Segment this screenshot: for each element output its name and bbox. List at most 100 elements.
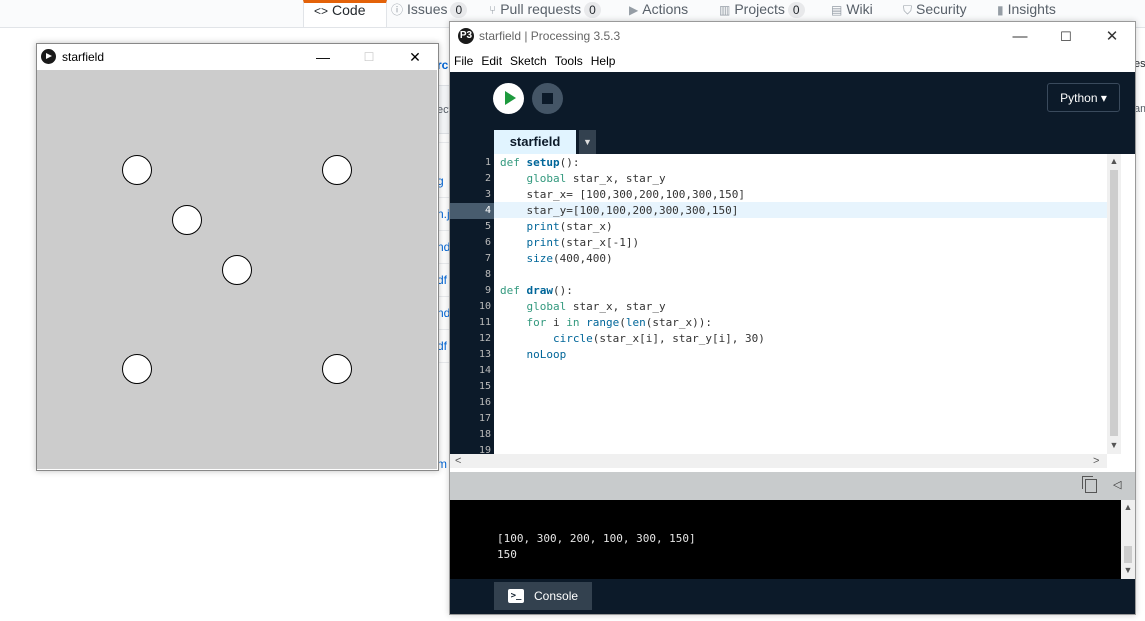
line-number: 2 [484,173,491,184]
tab-menu-arrow-icon[interactable]: ▼ [579,130,596,154]
sketch-titlebar[interactable]: starfield — ☐ ✕ [37,44,438,70]
code-token: range [586,316,620,329]
ide-titlebar[interactable]: P3 starfield | Processing 3.5.3 — ☐ ✕ [450,22,1135,51]
console-scrollbar[interactable]: ▲ ▼ [1121,500,1135,579]
menu-sketch[interactable]: Sketch [506,51,551,71]
pull-request-icon: ⑂ [489,3,497,17]
menu-tools[interactable]: Tools [551,51,587,71]
scroll-down-arrow-icon[interactable]: ▼ [1123,565,1133,575]
code-token: (star_x[i], star_y[i], 30) [592,332,765,345]
stop-button[interactable] [532,83,563,114]
mode-selector[interactable]: Python ▾ [1047,83,1120,112]
code-line: size(400,400) [500,251,613,267]
scroll-right-arrow-icon[interactable]: > [1093,454,1099,468]
line-number: 11 [478,317,491,328]
line-number: 13 [478,349,491,360]
minimize-button[interactable]: — [997,22,1043,51]
copy-icon[interactable] [1082,476,1097,493]
console-output[interactable]: [100, 300, 200, 100, 300, 150] 150 [450,500,1121,579]
console-tab-label: Console [534,589,579,603]
tab-issues-label: Issues [407,1,448,17]
ide-footer: >_ Console [450,579,1135,614]
tab-projects-label: Projects [734,1,785,17]
code-line: star_x= [100,300,200,100,300,150] [500,187,745,203]
line-number: 3 [484,189,491,200]
scroll-thumb[interactable] [1110,170,1118,436]
scroll-left-arrow-icon[interactable]: < [455,454,461,468]
tab-code[interactable]: <> Code [303,0,387,27]
line-number: 10 [478,301,491,312]
star-circle [122,155,152,185]
wiki-icon: ▤ [831,3,843,17]
github-header-strip [0,0,303,28]
editor-vertical-scrollbar[interactable]: ▲ ▼ [1107,154,1121,454]
code-token: ( [619,316,626,329]
tab-actions-label: Actions [642,1,689,17]
line-number: 4 [450,203,494,219]
menu-help[interactable]: Help [587,51,620,71]
console-tab[interactable]: >_ Console [494,582,592,610]
code-token: setup [526,156,560,169]
project-icon: ▥ [719,3,731,17]
tab-security-label: Security [916,1,967,17]
maximize-button[interactable]: ☐ [1043,22,1089,51]
editor-horizontal-scrollbar[interactable]: < > [450,454,1107,468]
code-token: noLoop [526,348,567,361]
code-token: def [500,156,527,169]
code-line: circle(star_x[i], star_y[i], 30) [500,331,765,347]
code-line: global star_x, star_y [500,299,666,315]
code-token: (): [559,156,580,169]
line-number-gutter: 1 2 3 4 5 6 7 8 9 10 11 12 13 14 15 16 17 18 19 [450,154,494,456]
tab-starfield[interactable]: starfield [494,130,576,154]
run-button[interactable] [493,83,524,114]
menu-edit[interactable]: Edit [477,51,506,71]
actions-play-icon: ▶ [629,3,639,17]
sketch-output-window[interactable]: starfield — ☐ ✕ [36,43,439,471]
console-line: [100, 300, 200, 100, 300, 150] [497,532,696,545]
line-number: 6 [484,237,491,248]
code-icon: <> [314,4,329,18]
scroll-thumb[interactable] [1124,546,1132,563]
pull-requests-counter: 0 [584,2,601,18]
issues-counter: 0 [450,2,468,18]
code-token: len [625,316,646,329]
tab-code-label: Code [332,2,366,18]
code-token: for [526,316,547,329]
message-area: ◁ [450,472,1135,500]
code-token: print [526,220,560,233]
processing-ide-window[interactable]: P3 starfield | Processing 3.5.3 — ☐ ✕ Fi… [449,21,1136,615]
graph-icon: ▮ [997,3,1004,17]
close-button[interactable]: ✕ [1089,22,1135,51]
line-number: 7 [484,253,491,264]
tab-pull-requests-label: Pull requests [500,1,582,17]
code-token: (400,400) [553,252,613,265]
ide-window-title: starfield | Processing 3.5.3 [479,29,621,43]
code-token: print [526,236,560,249]
star-circle [172,205,202,235]
code-token: circle [552,332,593,345]
menu-bar: File Edit Sketch Tools Help [450,51,1135,73]
code-token: (star_x)): [645,316,712,329]
code-token: (star_x[-1]) [559,236,640,249]
sketch-canvas[interactable] [37,70,437,469]
code-line: global star_x, star_y [500,171,666,187]
menu-file[interactable]: File [450,51,477,71]
scroll-up-arrow-icon[interactable]: ▲ [1109,156,1119,166]
code-editor[interactable]: def setup(): global star_x, star_y star_… [494,154,1107,454]
close-button[interactable]: ✕ [392,44,438,70]
minimize-button[interactable]: — [300,44,346,70]
line-number: 14 [478,365,491,376]
code-line: noLoop [500,347,567,363]
code-line: star_y=[100,100,200,300,300,150] [500,203,738,219]
scroll-down-arrow-icon[interactable]: ▼ [1109,440,1119,450]
collapse-console-icon[interactable]: ◁ [1113,478,1121,491]
issue-icon: ⓘ [391,3,404,17]
scroll-up-arrow-icon[interactable]: ▲ [1123,502,1133,512]
ide-toolbar: Python ▾ [450,72,1135,130]
projects-counter: 0 [787,2,805,18]
